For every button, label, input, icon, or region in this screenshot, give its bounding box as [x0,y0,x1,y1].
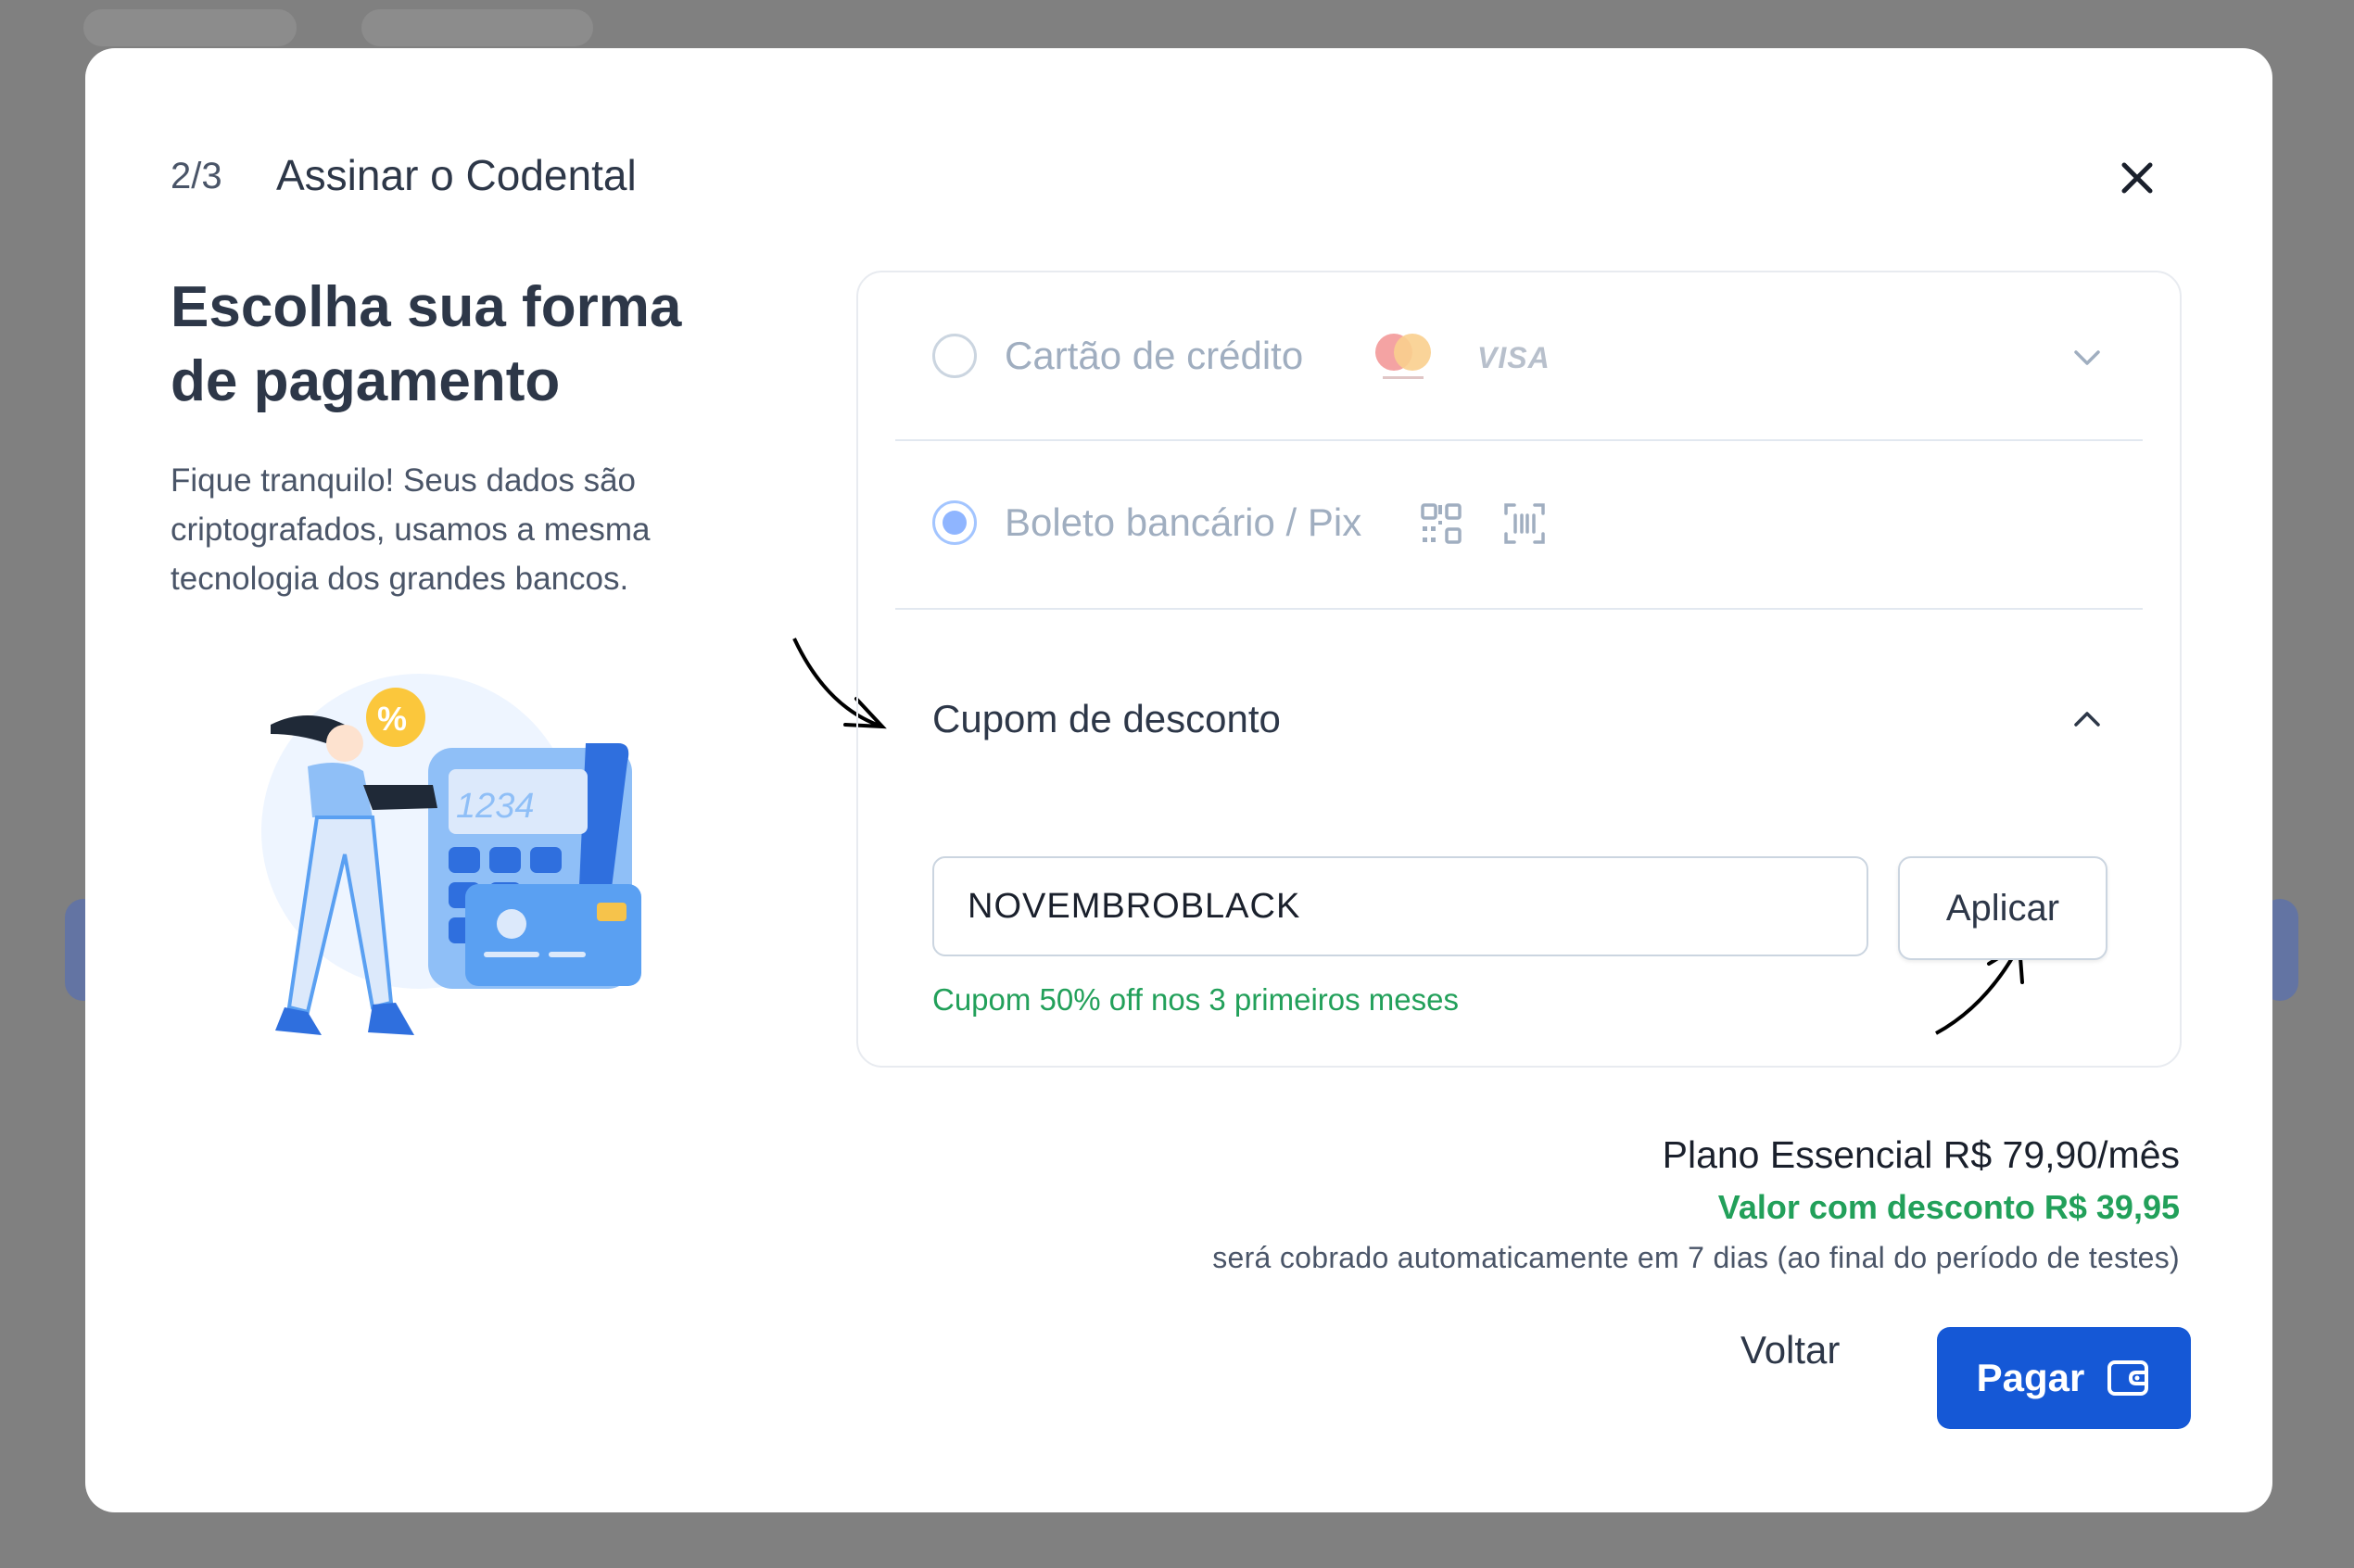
plan-price: Plano Essencial R$ 79,90/mês [1662,1133,2180,1176]
price-summary: Plano Essencial R$ 79,90/mês Valor com d… [1212,1127,2180,1283]
chevron-up-icon[interactable] [2069,701,2106,738]
coupon-success-message: Cupom 50% off nos 3 primeiros meses [932,982,1459,1017]
percent-badge: % [377,700,407,738]
qr-code-icon [1421,503,1462,544]
security-note: Fique tranquilo! Seus dados são criptogr… [171,462,651,597]
coupon-section-title: Cupom de desconto [932,697,1281,740]
boleto-pix-label: Boleto bancário / Pix [1005,500,1362,544]
terminal-display: 1234 [456,787,535,826]
payment-options-panel: Cartão de crédito VISA Boleto bancário /… [856,271,2182,1068]
payment-option-credit-card[interactable]: Cartão de crédito VISA [895,272,2143,441]
background-tab [361,9,593,46]
coupon-input[interactable] [932,856,1868,956]
wallet-icon [2107,1360,2149,1396]
payment-modal: 2/3 Assinar o Codental Escolha sua forma… [85,48,2272,1512]
payment-illustration: 1234 % [261,674,641,1035]
page-heading: Escolha sua forma de pagamento [171,275,682,413]
close-icon [2121,162,2153,194]
boleto-pix-radio[interactable] [932,500,977,545]
visa-icon: VISA [1477,341,1550,374]
close-button[interactable] [2109,150,2165,206]
back-button[interactable]: Voltar [1735,1327,1845,1373]
payment-option-boleto-pix[interactable]: Boleto bancário / Pix [895,441,2143,610]
modal-title: Assinar o Codental [276,151,637,199]
charge-note: será cobrado automaticamente em 7 dias (… [1212,1241,2180,1274]
credit-card-radio[interactable] [932,334,977,378]
barcode-icon [1504,503,1545,544]
apply-coupon-button[interactable]: Aplicar [1898,856,2107,960]
pay-button[interactable]: Pagar [1937,1327,2191,1429]
background-tab [83,9,297,46]
step-indicator: 2/3 [171,156,222,196]
credit-card-label: Cartão de crédito [1005,334,1304,377]
chevron-down-icon[interactable] [2069,339,2106,376]
discounted-price: Valor com desconto R$ 39,95 [1717,1188,2180,1226]
mastercard-icon [1375,334,1431,379]
pay-button-label: Pagar [1976,1356,2085,1399]
